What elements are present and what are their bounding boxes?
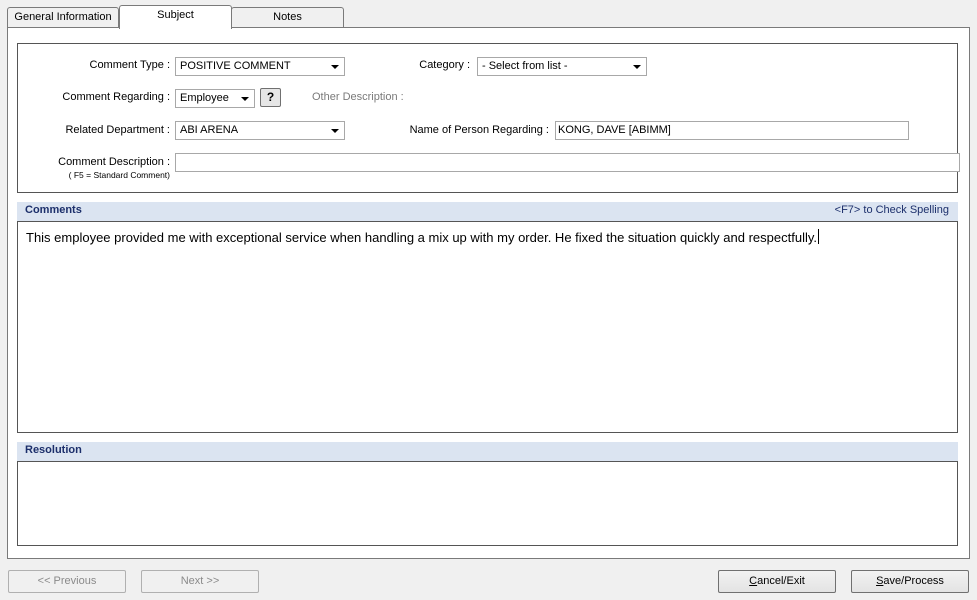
comments-title: Comments (25, 204, 82, 216)
chevron-down-icon (331, 129, 339, 133)
cancel-button-label: ancel/Exit (757, 575, 805, 587)
spell-check-link[interactable]: <F7> to Check Spelling (835, 204, 949, 216)
comment-regarding-label: Comment Regarding : (62, 91, 170, 103)
resolution-textarea[interactable] (17, 461, 958, 546)
chevron-down-icon (633, 65, 641, 69)
related-department-label: Related Department : (65, 124, 170, 136)
tab-general-information-label: General Information (14, 11, 112, 23)
tab-general-information[interactable]: General Information (7, 7, 119, 28)
comments-header: Comments <F7> to Check Spelling (17, 202, 958, 221)
help-button[interactable]: ? (260, 88, 281, 107)
comment-description-label: Comment Description : (58, 156, 170, 168)
previous-button[interactable]: << Previous (8, 570, 126, 593)
comment-description-hint: ( F5 = Standard Comment) (68, 170, 170, 180)
comment-type-select[interactable]: POSITIVE COMMENT (175, 57, 345, 76)
resolution-header: Resolution (17, 442, 958, 461)
related-department-value: ABI ARENA (180, 124, 239, 136)
category-value: - Select from list - (482, 60, 568, 72)
person-regarding-field[interactable]: KONG, DAVE [ABIMM] (555, 121, 909, 140)
save-process-button[interactable]: Save/Process (851, 570, 969, 593)
other-description-label: Other Description : (312, 91, 404, 103)
next-button[interactable]: Next >> (141, 570, 259, 593)
related-department-select[interactable]: ABI ARENA (175, 121, 345, 140)
person-regarding-label: Name of Person Regarding : (409, 124, 549, 136)
text-caret (818, 229, 819, 244)
subject-panel: Comment Type : POSITIVE COMMENT Category… (7, 27, 970, 559)
tab-notes[interactable]: Notes (231, 7, 344, 28)
comment-description-field[interactable] (175, 153, 960, 172)
comments-text: This employee provided me with exception… (26, 229, 819, 245)
save-button-label: ave/Process (883, 575, 944, 587)
subject-details-group: Comment Type : POSITIVE COMMENT Category… (17, 43, 960, 193)
person-regarding-value: KONG, DAVE [ABIMM] (558, 124, 671, 136)
comment-regarding-value: Employee (180, 92, 229, 104)
previous-button-label: << Previous (37, 575, 97, 587)
comment-regarding-select[interactable]: Employee (175, 89, 255, 108)
comments-text-content: This employee provided me with exception… (26, 230, 817, 245)
comments-textarea[interactable]: This employee provided me with exception… (17, 221, 958, 433)
chevron-down-icon (241, 97, 249, 101)
tab-subject[interactable]: Subject (119, 5, 232, 29)
tab-subject-label: Subject (157, 9, 194, 21)
cancel-mnemonic: C (749, 575, 758, 587)
category-label: Category : (419, 59, 470, 71)
next-button-label: Next >> (180, 575, 220, 587)
help-icon: ? (266, 90, 275, 104)
tab-notes-label: Notes (273, 11, 302, 23)
resolution-title: Resolution (25, 444, 82, 456)
comment-type-value: POSITIVE COMMENT (180, 60, 291, 72)
chevron-down-icon (331, 65, 339, 69)
category-select[interactable]: - Select from list - (477, 57, 647, 76)
cancel-exit-button[interactable]: Cancel/Exit (718, 570, 836, 593)
comment-type-label: Comment Type : (89, 59, 171, 71)
